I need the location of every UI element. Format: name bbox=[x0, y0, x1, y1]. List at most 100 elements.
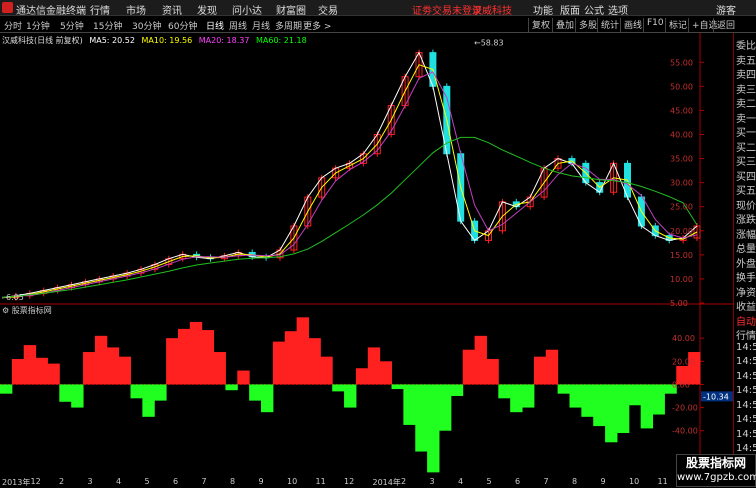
ind-axis-label: -20.00 bbox=[672, 404, 698, 413]
indicator-settings-icon[interactable]: ⚙ bbox=[2, 306, 9, 315]
price-layer bbox=[1, 49, 701, 301]
date-axis: 2013年12234567891011122014年23456789101112 bbox=[0, 477, 733, 487]
indicator-bar bbox=[83, 352, 96, 385]
date-label: 12 bbox=[344, 477, 355, 486]
side-item: 卖五 bbox=[736, 55, 756, 67]
indicator-bar bbox=[296, 317, 309, 385]
period-30min[interactable]: 30分钟 bbox=[132, 19, 161, 32]
price-axis-label: 55.00 bbox=[670, 58, 693, 67]
btn-duogu[interactable]: 多股 bbox=[575, 18, 597, 32]
indicator-bar bbox=[498, 384, 511, 399]
date-label: 12 bbox=[30, 477, 41, 486]
side-item: 净资 bbox=[736, 287, 756, 299]
period-multi[interactable]: 多周期 bbox=[275, 19, 302, 32]
date-label: 11 bbox=[657, 477, 668, 486]
indicator-bar bbox=[344, 384, 357, 408]
date-label: 4 bbox=[116, 477, 122, 486]
low-label: 6.05 bbox=[6, 293, 24, 302]
side-item: 总量 bbox=[736, 244, 756, 255]
date-label: 8 bbox=[230, 477, 236, 486]
menu-shichang[interactable]: 市场 bbox=[126, 2, 146, 17]
period-60min[interactable]: 60分钟 bbox=[168, 19, 197, 32]
chart-title: 汉威科技(日线 前复权) bbox=[2, 36, 83, 45]
indicator-bar bbox=[557, 384, 570, 394]
indicator-bar bbox=[616, 384, 630, 434]
ma5-line bbox=[1, 51, 698, 299]
menu-wenxiaoda[interactable]: 问小达 bbox=[232, 2, 262, 17]
indicator-bar bbox=[130, 384, 143, 399]
price-axis-label: 45.00 bbox=[670, 106, 693, 115]
menu-gongneng[interactable]: 功能 bbox=[533, 2, 553, 17]
indicator-bar bbox=[284, 331, 298, 385]
period-1min[interactable]: 1分钟 bbox=[26, 19, 50, 32]
stock-name-top: 汉威科技 bbox=[472, 6, 512, 17]
period-weekly[interactable]: 周线 bbox=[229, 19, 247, 32]
user-label[interactable]: 游客 bbox=[716, 2, 736, 17]
indicator-bar bbox=[522, 384, 535, 408]
period-15min[interactable]: 15分钟 bbox=[93, 19, 122, 32]
date-label: 3 bbox=[429, 477, 435, 486]
date-label: 10 bbox=[629, 477, 640, 486]
indicator-value: -10.34 bbox=[703, 392, 729, 401]
indicator-bar bbox=[486, 358, 499, 385]
date-label: 9 bbox=[600, 477, 606, 486]
indicator-bar bbox=[249, 384, 262, 401]
menu-gongshi[interactable]: 公式 bbox=[584, 2, 604, 17]
date-label: 2 bbox=[401, 477, 407, 486]
side-item: 卖四 bbox=[736, 70, 756, 81]
menu-banmian[interactable]: 版面 bbox=[560, 2, 580, 17]
indicator-bar bbox=[367, 347, 381, 385]
indicator-bar bbox=[213, 352, 226, 385]
period-fenshi[interactable]: 分时 bbox=[4, 19, 22, 32]
btn-fuquan[interactable]: 复权 bbox=[528, 18, 550, 32]
menu-caifuquan[interactable]: 财富圈 bbox=[276, 2, 306, 17]
indicator-bar bbox=[640, 384, 654, 429]
price-axis-label: 10.00 bbox=[670, 275, 693, 284]
date-label: 6 bbox=[515, 477, 521, 486]
indicator-bar bbox=[47, 363, 60, 385]
period-daily[interactable]: 日线 bbox=[206, 19, 224, 32]
date-label: 4 bbox=[458, 477, 464, 486]
side-item: 卖一 bbox=[736, 113, 756, 125]
side-item: 买二 bbox=[736, 142, 756, 154]
ma20-label: MA20: 18.37 bbox=[198, 36, 250, 45]
indicator-name: 股票指标网 bbox=[11, 306, 52, 315]
menu-zixun[interactable]: 资讯 bbox=[162, 2, 182, 17]
side-item[interactable]: 自动 bbox=[736, 313, 756, 328]
indicator-bar bbox=[71, 384, 84, 408]
side-item: 买四 bbox=[736, 171, 756, 183]
ind-axis-label: 0.00 bbox=[672, 380, 690, 389]
indicator-bar bbox=[427, 384, 440, 473]
date-label: 6 bbox=[173, 477, 179, 486]
menu-jiaoyi[interactable]: 交易 bbox=[318, 2, 338, 17]
btn-tongji[interactable]: 统计 bbox=[597, 18, 619, 32]
btn-f10[interactable]: F10 bbox=[643, 18, 664, 32]
date-label: 11 bbox=[315, 477, 326, 486]
period-more[interactable]: 更多 > bbox=[303, 19, 331, 32]
indicator-bar bbox=[593, 384, 606, 427]
menu-xuanxiang[interactable]: 选项 bbox=[608, 2, 628, 17]
date-label: 7 bbox=[201, 477, 207, 486]
ind-axis-label: 20.00 bbox=[672, 357, 695, 366]
ind-axis-label: 40.00 bbox=[672, 334, 695, 343]
btn-diejia[interactable]: 叠加 bbox=[552, 18, 574, 32]
menu-hangqing[interactable]: 行情 bbox=[90, 2, 110, 17]
btn-fanhui[interactable]: 返回 bbox=[713, 18, 735, 32]
indicator-layer bbox=[0, 317, 701, 473]
indicator-bar bbox=[272, 341, 286, 385]
side-item: 14:56 bbox=[736, 443, 756, 454]
menu-faxian[interactable]: 发现 bbox=[197, 2, 217, 17]
indicator-bar bbox=[545, 349, 559, 385]
btn-huaxian[interactable]: 画线 bbox=[620, 18, 642, 32]
date-label: 2 bbox=[59, 477, 65, 486]
date-label: 3 bbox=[87, 477, 93, 486]
date-label: 2014年 bbox=[372, 478, 401, 487]
btn-biaoji[interactable]: 标记 bbox=[665, 18, 687, 32]
ma5-label: MA5: 20.52 bbox=[89, 36, 135, 45]
indicator-bar bbox=[0, 384, 13, 394]
period-5min[interactable]: 5分钟 bbox=[60, 19, 84, 32]
price-axis-label: 20.00 bbox=[670, 227, 693, 236]
period-monthly[interactable]: 月线 bbox=[252, 19, 270, 32]
kline-chart[interactable]: 55.00 50.00 45.00 40.00 35.00 30.00 25.00 20.00… bbox=[0, 33, 733, 477]
watermark-url: www.7gpzb.com bbox=[677, 472, 756, 483]
